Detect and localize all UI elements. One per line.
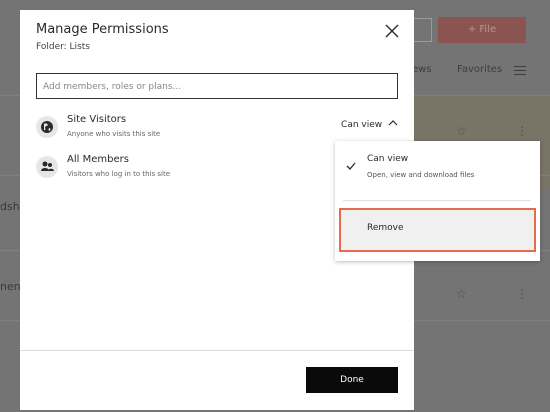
search-field[interactable] bbox=[36, 73, 398, 99]
member-name: All Members bbox=[67, 154, 129, 165]
chevron-up-icon bbox=[388, 120, 398, 126]
permission-dropdown[interactable]: Can view bbox=[341, 119, 398, 130]
menu-divider bbox=[343, 200, 531, 201]
add-members-input[interactable] bbox=[37, 75, 397, 99]
menu-option-description: Open, view and download files bbox=[367, 171, 475, 179]
member-description: Visitors who log in to this site bbox=[67, 170, 171, 178]
member-name: Site Visitors bbox=[67, 114, 127, 125]
star-icon[interactable]: ☆ bbox=[456, 287, 467, 301]
globe-icon bbox=[36, 116, 58, 138]
views-label[interactable]: ews bbox=[412, 64, 432, 75]
favorites-label[interactable]: Favorites bbox=[457, 64, 502, 75]
close-icon[interactable] bbox=[383, 22, 401, 40]
check-icon bbox=[346, 155, 356, 170]
star-icon[interactable]: ☆ bbox=[456, 124, 467, 138]
done-button[interactable]: Done bbox=[306, 367, 398, 393]
dialog-subtitle: Folder: Lists bbox=[36, 42, 90, 52]
dialog-title: Manage Permissions bbox=[36, 22, 169, 37]
sort-icon[interactable] bbox=[514, 66, 526, 76]
menu-option-can-view[interactable]: Can view bbox=[367, 154, 408, 164]
people-icon bbox=[36, 156, 58, 178]
footer-divider bbox=[20, 350, 414, 351]
row-title: dsh bbox=[0, 200, 20, 213]
permission-menu: Can view Open, view and download files R… bbox=[335, 141, 540, 261]
more-icon[interactable]: ⋮ bbox=[516, 124, 528, 138]
member-description: Anyone who visits this site bbox=[67, 130, 161, 138]
more-icon[interactable]: ⋮ bbox=[516, 287, 528, 301]
add-file-button[interactable]: + File bbox=[438, 17, 526, 43]
remove-option[interactable]: Remove bbox=[339, 208, 536, 252]
remove-label: Remove bbox=[367, 223, 404, 233]
member-row-site-visitors: Site Visitors Anyone who visits this sit… bbox=[36, 114, 398, 144]
permission-label: Can view bbox=[341, 120, 383, 130]
